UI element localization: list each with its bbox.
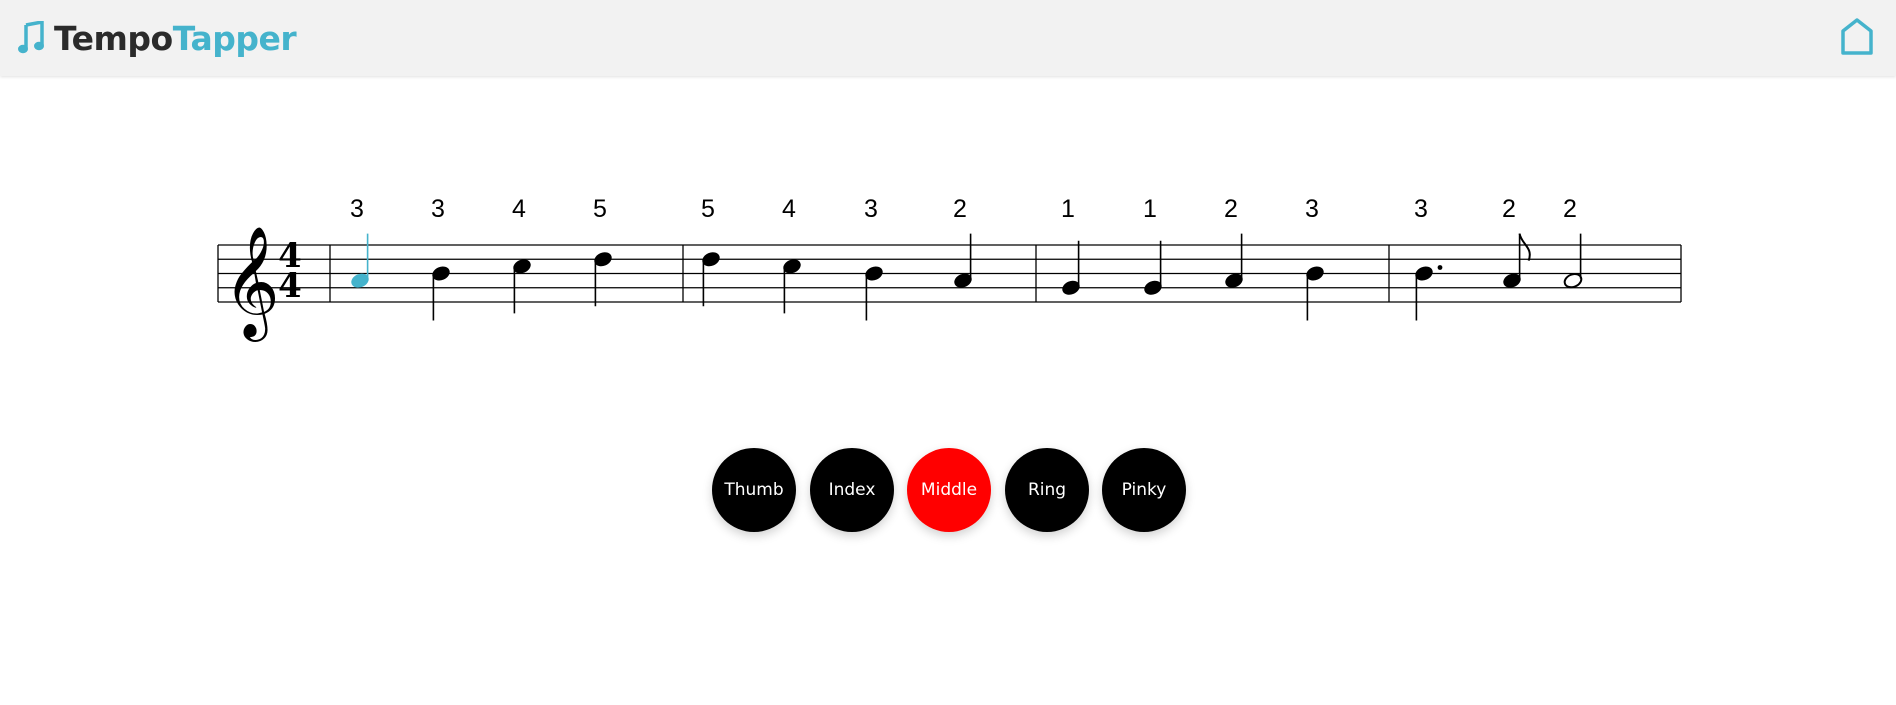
time-signature-bottom: 4 — [278, 266, 302, 306]
finger-number-label: 2 — [1563, 195, 1577, 223]
finger-number-label: 2 — [953, 195, 967, 223]
treble-clef: 𝄞 — [223, 225, 280, 342]
finger-number-label: 3 — [350, 195, 364, 223]
note-flag — [1518, 233, 1531, 261]
finger-number-label: 1 — [1143, 195, 1157, 223]
finger-button-index[interactable]: Index — [810, 448, 894, 532]
music-staff: 𝄞443 3 4 5 5 4 3 2 1 1 2 3 3 2 2 — [217, 195, 1682, 342]
finger-button-ring[interactable]: Ring — [1005, 448, 1089, 532]
finger-button-thumb[interactable]: Thumb — [712, 448, 796, 532]
finger-number-label: 2 — [1502, 195, 1516, 223]
finger-button-middle[interactable]: Middle — [907, 448, 991, 532]
finger-number-label: 3 — [1305, 195, 1319, 223]
finger-number-label: 4 — [512, 195, 526, 223]
finger-button-pinky[interactable]: Pinky — [1102, 448, 1186, 532]
finger-number-label: 2 — [1224, 195, 1238, 223]
finger-number-label: 3 — [864, 195, 878, 223]
finger-number-label: 5 — [701, 195, 715, 223]
finger-number-label: 5 — [593, 195, 607, 223]
finger-number-label: 1 — [1061, 195, 1075, 223]
finger-number-label: 3 — [1414, 195, 1428, 223]
note-dot — [1437, 265, 1443, 270]
finger-number-label: 3 — [431, 195, 445, 223]
finger-number-label: 4 — [782, 195, 796, 223]
